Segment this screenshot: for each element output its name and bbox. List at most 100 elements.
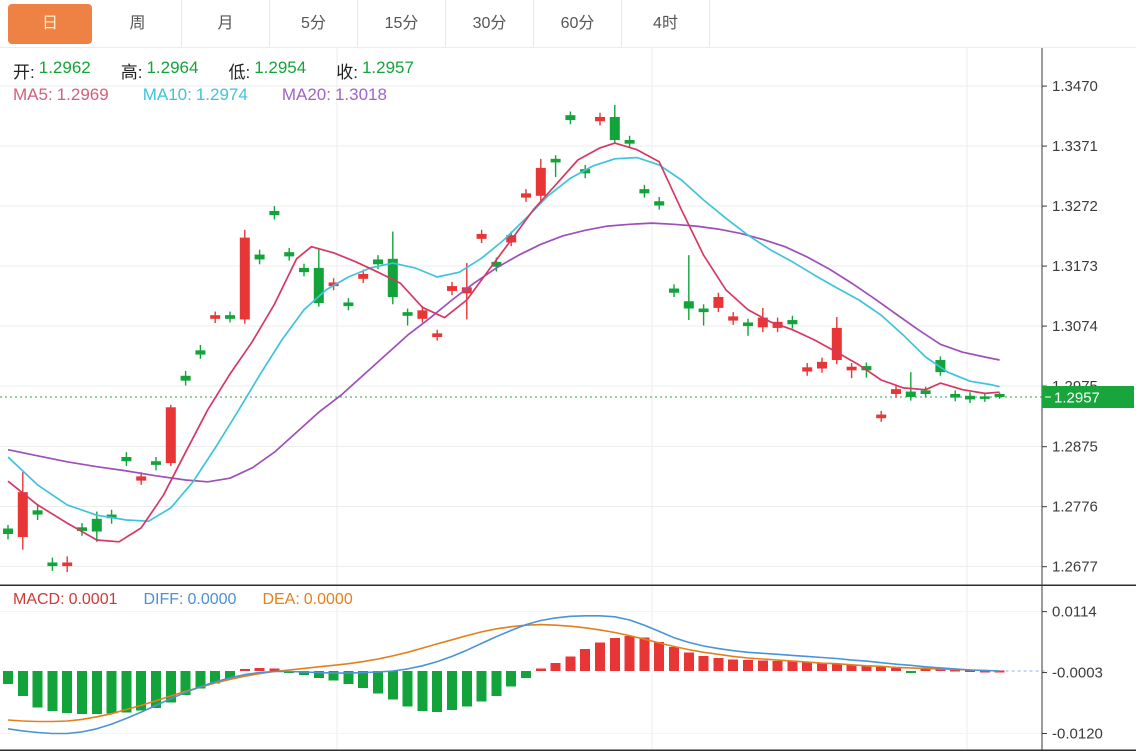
- tab-day[interactable]: 日: [8, 4, 92, 44]
- ma5-line: [8, 143, 1000, 542]
- chart-canvas[interactable]: 1.34701.33711.32721.31731.30741.29751.28…: [0, 0, 1136, 752]
- tab-60min[interactable]: 60分: [534, 0, 622, 47]
- macd-bar: [358, 671, 368, 688]
- candle-body: [551, 159, 561, 163]
- ma20-label: MA20:: [282, 85, 331, 105]
- candle-body: [358, 274, 368, 279]
- macd-bar: [610, 638, 620, 671]
- macd-bar: [3, 671, 13, 684]
- current-price-tag: 1.2957: [1042, 386, 1134, 408]
- close-readout: 收: 1.2957: [336, 58, 414, 83]
- macd-histogram: [3, 636, 1005, 714]
- dea-value: 0.0000: [304, 591, 353, 609]
- macd-bar: [876, 667, 886, 671]
- macd-bar: [713, 658, 723, 671]
- candle-body: [950, 394, 960, 398]
- candle-body: [832, 328, 842, 360]
- candle-body: [906, 392, 916, 397]
- macd-bar: [728, 660, 738, 671]
- candle-body: [921, 390, 931, 394]
- macd-bar: [773, 661, 783, 671]
- price-tick-label: 1.2776: [1052, 499, 1098, 516]
- candle-body: [447, 286, 457, 291]
- macd-bar: [536, 668, 546, 671]
- macd-bar: [240, 669, 250, 671]
- candle-body: [669, 289, 679, 293]
- macd-bar: [891, 668, 901, 671]
- macd-bar: [625, 636, 635, 671]
- macd-bar: [654, 642, 664, 671]
- price-tick-label: 1.2875: [1052, 439, 1098, 456]
- price-tick-label: 1.2677: [1052, 559, 1098, 576]
- macd-bar: [388, 671, 398, 700]
- ohlc-readout: 开: 1.2962 高: 1.2964 低: 1.2954 收: 1.2957: [13, 58, 414, 83]
- high-readout: 高: 1.2964: [121, 58, 199, 83]
- macd-bar: [595, 642, 605, 671]
- high-value: 1.2964: [146, 58, 198, 83]
- candle-body: [121, 457, 131, 461]
- tab-month[interactable]: 月: [182, 0, 270, 47]
- candle-body: [595, 117, 605, 121]
- ma20-readout: MA20: 1.3018: [282, 85, 387, 105]
- macd-bar: [373, 671, 383, 693]
- macd-bar: [403, 671, 413, 706]
- candle-body: [610, 117, 620, 140]
- candle-body: [787, 320, 797, 324]
- tab-30min[interactable]: 30分: [446, 0, 534, 47]
- macd-bar: [255, 668, 265, 671]
- macd-bar: [491, 671, 501, 696]
- candle-body: [33, 510, 43, 514]
- candle-body: [477, 234, 487, 239]
- tab-15min[interactable]: 15分: [358, 0, 446, 47]
- macd-bar: [565, 656, 575, 671]
- price-tick-label: 1.3074: [1052, 318, 1098, 335]
- candle-body: [151, 461, 161, 465]
- tab-4hour[interactable]: 4时: [622, 0, 710, 47]
- ma10-line: [8, 158, 1000, 522]
- candle-body: [699, 309, 709, 313]
- candle-body: [417, 310, 427, 318]
- price-tick-label: 1.3272: [1052, 198, 1098, 215]
- candle-body: [876, 415, 886, 419]
- macd-bar: [462, 671, 472, 706]
- candle-body: [18, 492, 28, 537]
- gridlines: [0, 48, 1042, 750]
- macd-bar: [639, 638, 649, 671]
- candle-body: [565, 115, 575, 120]
- candle-body: [654, 201, 664, 205]
- price-tick-label: 1.3173: [1052, 258, 1098, 275]
- ma5-label: MA5:: [13, 85, 53, 105]
- candle-body: [625, 140, 635, 144]
- candle-body: [536, 168, 546, 196]
- price-tick-label: 1.3371: [1052, 138, 1098, 155]
- macd-bar: [432, 671, 442, 712]
- candle-body: [403, 312, 413, 316]
- macd-bar: [669, 647, 679, 671]
- macd-tick-label: -0.0003: [1052, 665, 1103, 682]
- close-value: 1.2957: [362, 58, 414, 83]
- ma5-value: 1.2969: [57, 85, 109, 105]
- macd-readout: MACD: 0.0001 DIFF: 0.0000 DEA: 0.0000: [13, 591, 353, 609]
- macd-value: 0.0001: [69, 591, 118, 609]
- candle-body: [92, 519, 102, 532]
- candle-body: [432, 333, 442, 337]
- macd-bar: [758, 661, 768, 671]
- candle-body: [980, 396, 990, 399]
- candlestick-series: [3, 105, 1005, 572]
- candle-body: [847, 367, 857, 371]
- candle-body: [284, 252, 294, 256]
- macd-bar: [699, 656, 709, 671]
- macd-bar: [787, 662, 797, 671]
- ma-readout: MA5: 1.2969 MA10: 1.2974 MA20: 1.3018: [13, 85, 387, 105]
- candle-body: [343, 302, 353, 306]
- tab-week[interactable]: 周: [94, 0, 182, 47]
- macd-bar: [521, 671, 531, 678]
- candle-body: [299, 268, 309, 272]
- open-value: 1.2962: [39, 58, 91, 83]
- tab-5min[interactable]: 5分: [270, 0, 358, 47]
- candle-body: [269, 211, 279, 215]
- candle-body: [210, 315, 220, 319]
- current-price-tag-value: 1.2957: [1054, 390, 1100, 407]
- macd-bar: [77, 671, 87, 714]
- candle-body: [181, 376, 191, 381]
